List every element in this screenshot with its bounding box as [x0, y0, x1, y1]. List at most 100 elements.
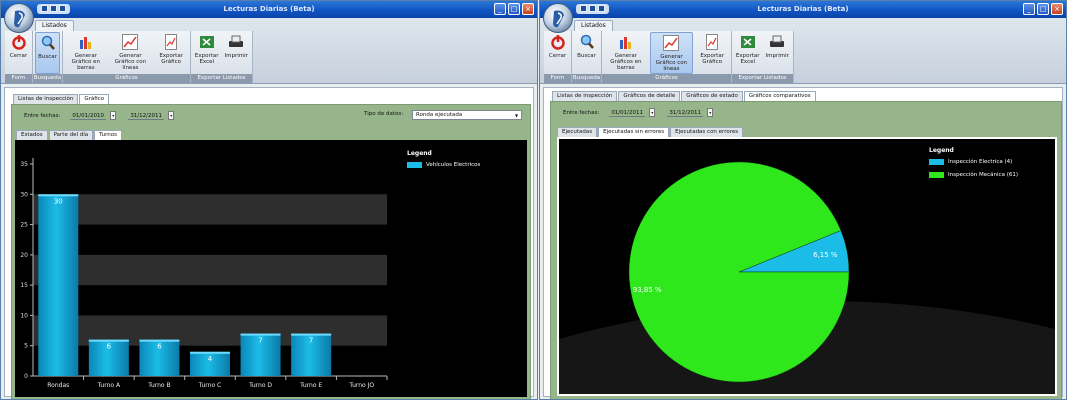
button-label: Buscar — [38, 54, 57, 60]
tab-turnos[interactable]: Turnos — [94, 130, 123, 140]
x-tick-label: Turno D — [248, 382, 272, 389]
buscar-button[interactable]: Buscar — [35, 32, 60, 74]
tab-listas-inspeccion[interactable]: Listas de inspección — [13, 94, 79, 104]
content-area: Listas de inspección Gráficos de detalle… — [543, 87, 1063, 399]
tab-ejecutadas-con-errores[interactable]: Ejecutadas con errores — [670, 127, 744, 137]
ribbon-tab-listados[interactable]: Listados — [35, 20, 74, 31]
date-range-label: Entre fechas: — [563, 109, 600, 116]
tab-ejecutadas[interactable]: Ejecutadas — [557, 127, 598, 137]
bar[interactable] — [38, 194, 79, 376]
cerrar-button[interactable]: Cerrar — [546, 32, 569, 59]
export-chart-icon — [165, 34, 178, 50]
x-tick-label: Rondas — [47, 382, 69, 389]
data-label: 4 — [208, 355, 213, 363]
save-icon[interactable] — [580, 5, 587, 12]
window-icon[interactable] — [589, 5, 596, 12]
window-title: Lecturas Diarias (Beta) — [223, 5, 315, 13]
button-label: Imprimir — [224, 53, 248, 59]
home-icon[interactable] — [598, 5, 605, 12]
main-tabs: Listas de inspección Gráficos de detalle… — [552, 91, 816, 101]
bar-highlight — [88, 339, 129, 342]
maximize-button[interactable]: □ — [508, 3, 520, 15]
date-from-dropdown[interactable]: ▾ — [110, 111, 117, 120]
bar-chart-button[interactable]: Generar Gráfico en barras — [65, 32, 107, 71]
content-area: Listas de inspección Gráfico Entre fecha… — [4, 87, 534, 399]
app-orb-button[interactable] — [543, 3, 573, 33]
bar-highlight — [139, 339, 180, 342]
export-excel-button[interactable]: Exportar Excel — [734, 32, 762, 65]
export-excel-button[interactable]: Exportar Excel — [193, 32, 221, 65]
y-tick-label: 5 — [24, 343, 28, 350]
date-to-dropdown[interactable]: ▾ — [168, 111, 175, 120]
pie-slice[interactable] — [628, 161, 850, 383]
x-tick-label: Turno B — [147, 382, 170, 389]
tab-grafico[interactable]: Gráfico — [79, 94, 110, 104]
group-label: Exportar Listados — [732, 74, 793, 83]
ribbon-tab-listados[interactable]: Listados — [574, 20, 613, 31]
legend-title: Legend — [929, 147, 954, 154]
date-to-field[interactable]: 31/12/2011 — [667, 109, 704, 117]
date-to-dropdown[interactable]: ▾ — [707, 108, 714, 117]
tab-graficos-comparativos[interactable]: Gráficos comparativos — [743, 91, 816, 101]
print-button[interactable]: Imprimir — [764, 32, 792, 59]
export-chart-button[interactable]: Exportar Gráfico — [154, 32, 188, 65]
tab-parte-del-dia[interactable]: Parte del día — [48, 130, 94, 140]
tab-graficos-detalle[interactable]: Gráficos de detalle — [618, 91, 681, 101]
group-label: Form — [5, 74, 32, 83]
date-filter: Entre fechas: 01/01/2010 ▾ 31/12/2011 ▾ — [24, 111, 175, 120]
data-label: 7 — [309, 337, 313, 345]
bar-chart-button[interactable]: Generar Gráficos en barras — [604, 32, 648, 71]
legend-swatch — [407, 162, 422, 168]
tab-estados[interactable]: Estados — [16, 130, 48, 140]
export-chart-button[interactable]: Exportar Gráfico — [695, 32, 729, 65]
tab-graficos-estado[interactable]: Gráficos de estado — [681, 91, 743, 101]
window-controls: _ □ × — [1023, 3, 1063, 15]
group-form: Cerrar Form — [544, 31, 572, 83]
ribbon-groups: Cerrar Form Buscar Busqueda Generar Gráf… — [544, 31, 794, 83]
tab-ejecutadas-sin-errores[interactable]: Ejecutadas sin errores — [598, 127, 670, 137]
legend-entry: Inspección Electrica (4) — [929, 159, 1012, 165]
button-label: Generar Gráfico con líneas — [114, 53, 147, 71]
line-chart-button[interactable]: Generar Gráfico con líneas — [109, 32, 153, 71]
buscar-button[interactable]: Buscar — [574, 32, 599, 59]
button-label: Generar Gráfico en barras — [71, 53, 101, 71]
line-chart-button[interactable]: Generar Gráfico con líneas — [649, 32, 694, 74]
bar-chart: 0 5 10 15 20 25 30 35 30 Rondas 6 Turno A 6 Turno B 4 T… — [15, 140, 527, 397]
close-button[interactable]: × — [522, 3, 534, 15]
minimize-button[interactable]: _ — [494, 3, 506, 15]
bar-highlight — [38, 194, 79, 197]
date-to-field[interactable]: 31/12/2011 — [128, 112, 165, 120]
save-icon[interactable] — [41, 5, 48, 12]
window-icon[interactable] — [50, 5, 57, 12]
close-button[interactable]: × — [1051, 3, 1063, 15]
button-label: Buscar — [577, 53, 596, 59]
right-window: Lecturas Diarias (Beta) _ □ × Listados C… — [539, 0, 1067, 400]
cerrar-button[interactable]: Cerrar — [7, 32, 30, 59]
home-icon[interactable] — [59, 5, 66, 12]
line-chart-icon — [663, 35, 680, 51]
y-tick-label: 35 — [20, 161, 28, 168]
printer-icon — [770, 35, 785, 47]
button-label: Exportar Gráfico — [700, 53, 724, 65]
bar-chart-icon — [619, 37, 631, 49]
bar-highlight — [190, 351, 230, 354]
date-from-field[interactable]: 01/01/2010 — [70, 112, 107, 120]
group-exportar: Exportar Excel Imprimir Exportar Listado… — [732, 31, 794, 83]
app-orb-button[interactable] — [4, 3, 34, 33]
data-type-label: Tipo de datos: — [364, 111, 404, 117]
print-button[interactable]: Imprimir — [223, 32, 251, 59]
tab-listas-inspeccion[interactable]: Listas de inspección — [552, 91, 618, 101]
sub-tabs: Ejecutadas Ejecutadas sin errores Ejecut… — [557, 127, 744, 137]
group-label: Busqueda — [33, 74, 62, 83]
button-label: Imprimir — [765, 53, 789, 59]
legend-label: Inspección Mecánica (61) — [948, 172, 1018, 178]
maximize-button[interactable]: □ — [1037, 3, 1049, 15]
date-from-field[interactable]: 01/01/2011 — [609, 109, 646, 117]
group-label: Form — [544, 74, 571, 83]
legend-label: Vehículos Electricos — [426, 162, 481, 168]
date-from-dropdown[interactable]: ▾ — [649, 108, 656, 117]
minimize-button[interactable]: _ — [1023, 3, 1035, 15]
x-tick-label: Turno JO — [348, 382, 374, 389]
data-type-select[interactable]: Ronda ejecutada ▼ — [412, 110, 522, 120]
legend-swatch — [929, 159, 944, 165]
